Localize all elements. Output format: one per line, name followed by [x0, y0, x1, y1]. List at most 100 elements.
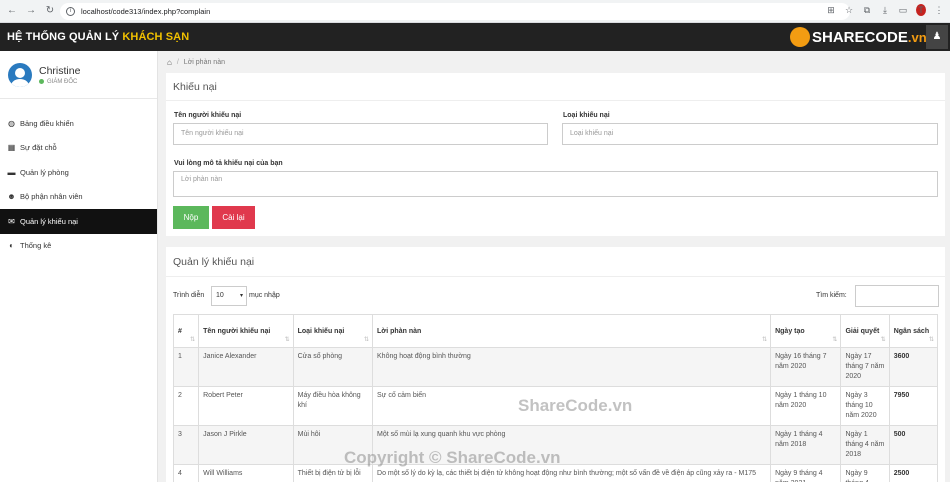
page-size-select[interactable]: 10 ▾	[211, 286, 247, 306]
user-menu-icon[interactable]: ♟	[926, 25, 948, 49]
breadcrumb: ⌂ / Lời phàn nàn	[167, 57, 225, 67]
sidebar-item-label: Quản lý phòng	[20, 167, 69, 177]
sort-icon: ⇅	[832, 337, 838, 343]
sort-icon: ⇅	[880, 337, 886, 343]
table-cell: 3600	[888, 347, 939, 387]
app-title[interactable]: HỆ THỐNG QUẢN LÝ KHÁCH SẠN	[7, 31, 189, 43]
complaint-description-textarea[interactable]: Lời phàn nàn	[173, 171, 938, 197]
table-cell: Ngày 1 tháng 4 năm 2018	[770, 425, 842, 465]
column-header-label: Loại khiếu nại	[297, 327, 345, 335]
sidebar-item-6[interactable]: ◐ Thống kê	[0, 234, 157, 259]
table-cell: Will Williams	[198, 464, 294, 482]
search-label: Tìm kiếm:	[816, 292, 847, 299]
complaint-table-title: Quản lý khiếu nại	[166, 247, 945, 277]
bed-icon: ▬	[7, 167, 16, 177]
sidebar-icon[interactable]: ▭	[898, 5, 908, 16]
table-cell: Ngày 1 tháng 4 năm 2018	[840, 425, 890, 465]
table-cell: Jason J Pirkle	[198, 425, 294, 465]
table-cell: Thiết bị điện tử bị lỗi	[292, 464, 374, 482]
sidebar-item-1[interactable]: ◍ Bảng điều khiển	[0, 111, 157, 136]
sort-icon: ⇅	[284, 337, 290, 343]
table-cell: Janice Alexander	[198, 347, 294, 387]
site-info-icon[interactable]: i	[66, 7, 75, 16]
complaint-table-panel: Quản lý khiếu nại Trình diễn 10 ▾ mục nhậ…	[166, 247, 945, 482]
comments-icon: ✉	[8, 216, 15, 226]
extensions-icon[interactable]: ⧉	[862, 5, 872, 16]
address-bar[interactable]: i localhost/code313/index.php?complain	[60, 3, 850, 20]
sidebar-item-label: Quản lý khiếu nại	[20, 216, 78, 226]
complaint-form-title: Khiếu nại	[166, 73, 945, 101]
complaint-description-label: Vui lòng mô tả khiếu nại của bạn	[174, 160, 283, 167]
table-cell: Cửa sổ phòng	[292, 347, 374, 387]
sidebar-item-label: Sự đặt chỗ	[20, 143, 57, 153]
user-name: Christine	[39, 64, 81, 77]
sidebar-item-4[interactable]: ☻ Bộ phận nhân viên	[0, 185, 157, 210]
table-cell: 7950	[888, 386, 939, 426]
table-row: 2 Robert Peter Máy điều hòa không khí Sự cố…	[172, 386, 939, 426]
sidebar-item-label: Bộ phận nhân viên	[20, 192, 83, 202]
user-role: GIÁM ĐỐC	[47, 78, 78, 85]
sidebar-item-label: Thống kê	[20, 241, 52, 251]
sidebar-item-5[interactable]: ✉ Quản lý khiếu nại	[0, 209, 157, 234]
table-cell: Ngày 9 tháng 4 năm 2021	[770, 464, 842, 482]
home-icon[interactable]: ⌂	[167, 58, 172, 67]
pie-chart-icon: ◐	[9, 241, 14, 251]
table-cell: Ngày 9 tháng 4	[840, 464, 890, 482]
sort-icon: ⇅	[928, 337, 934, 343]
sort-icon: ⇅	[762, 337, 768, 343]
breadcrumb-current: Lời phàn nàn	[183, 58, 225, 66]
sort-icon: ⇅	[363, 337, 370, 343]
calendar-icon: ▦	[7, 143, 16, 153]
url-text: localhost/code313/index.php?complain	[81, 7, 211, 16]
column-header-4[interactable]: Lời phàn nàn ⇅	[372, 314, 772, 348]
column-header-label: #	[178, 327, 182, 335]
sidebar-menu: ◍ Bảng điều khiển ▦ Sự đặt chỗ ▬ Quản lý phòn…	[0, 111, 157, 258]
browser-profile-avatar[interactable]: T	[916, 4, 926, 16]
reload-icon[interactable]: ↻	[43, 4, 57, 18]
table-cell: Ngày 17 tháng 7 năm 2020	[840, 347, 890, 387]
column-header-label: Ngày tạo	[775, 327, 805, 335]
table-cell: Sự cố cảm biến	[372, 386, 772, 426]
table-cell: Ngày 1 tháng 10 năm 2020	[770, 386, 842, 426]
column-header-1[interactable]: # ⇅	[172, 314, 200, 348]
table-row: 4 Will Williams Thiết bị điện tử bị lỗi Do …	[172, 464, 939, 482]
sidebar-item-2[interactable]: ▦ Sự đặt chỗ	[0, 136, 157, 161]
column-header-3[interactable]: Loại khiếu nại ⇅	[292, 314, 374, 348]
column-header-label: Tên người khiếu nại	[203, 327, 271, 335]
table-cell: 1	[172, 347, 200, 387]
table-cell: Mùi hôi	[292, 425, 374, 465]
complaint-type-label: Loại khiếu nại	[563, 112, 610, 119]
bookmark-star-icon[interactable]: ☆	[844, 5, 854, 16]
user-profile: Christine GIÁM ĐỐC	[0, 51, 157, 99]
app-header: HỆ THỐNG QUẢN LÝ KHÁCH SẠN SHARECODE .vn …	[0, 23, 950, 51]
sidebar-item-3[interactable]: ▬ Quản lý phòng	[0, 160, 157, 185]
column-header-label: Lời phàn nàn	[377, 327, 422, 335]
column-header-2[interactable]: Tên người khiếu nại ⇅	[198, 314, 294, 348]
column-header-7[interactable]: Ngân sách ⇅	[888, 314, 939, 348]
submit-button[interactable]: Nộp	[173, 206, 209, 229]
column-header-5[interactable]: Ngày tạo ⇅	[770, 314, 842, 348]
browser-toolbar: ← → ↻ i localhost/code313/index.php?comp…	[0, 0, 950, 23]
browser-menu-icon[interactable]: ⋮	[934, 5, 944, 16]
table-row: 1 Janice Alexander Cửa sổ phòng Không hoạt …	[172, 347, 939, 387]
search-input[interactable]	[855, 285, 939, 307]
forward-icon[interactable]: →	[24, 4, 38, 18]
reset-button[interactable]: Cài lại	[212, 206, 255, 229]
entries-label: mục nhập	[249, 292, 280, 299]
chevron-down-icon: ▾	[239, 293, 243, 299]
table-cell: Ngày 16 tháng 7 năm 2020	[770, 347, 842, 387]
dashboard-icon: ◍	[8, 118, 15, 128]
table-cell: Máy điều hòa không khí	[292, 386, 374, 426]
complaints-table: # ⇅ Tên người khiếu nại ⇅ Loại khiếu nại ⇅ Lời…	[172, 314, 939, 482]
table-cell: 4	[172, 464, 200, 482]
sort-icon: ⇅	[190, 337, 196, 343]
translate-icon[interactable]: ⊞	[826, 5, 836, 16]
sidebar: Christine GIÁM ĐỐC ◍ Bảng điều khiển ▦ Sự đ…	[0, 51, 158, 482]
download-icon[interactable]: ⤓	[880, 5, 890, 16]
table-cell: Không hoạt động bình thường	[372, 347, 772, 387]
complainant-name-input[interactable]: Tên người khiếu nại	[173, 123, 548, 145]
sharecode-logo-icon	[790, 27, 810, 47]
column-header-6[interactable]: Giải quyết ⇅	[840, 314, 890, 348]
complaint-type-input[interactable]: Loại khiếu nại	[562, 123, 938, 145]
back-icon[interactable]: ←	[5, 4, 19, 18]
